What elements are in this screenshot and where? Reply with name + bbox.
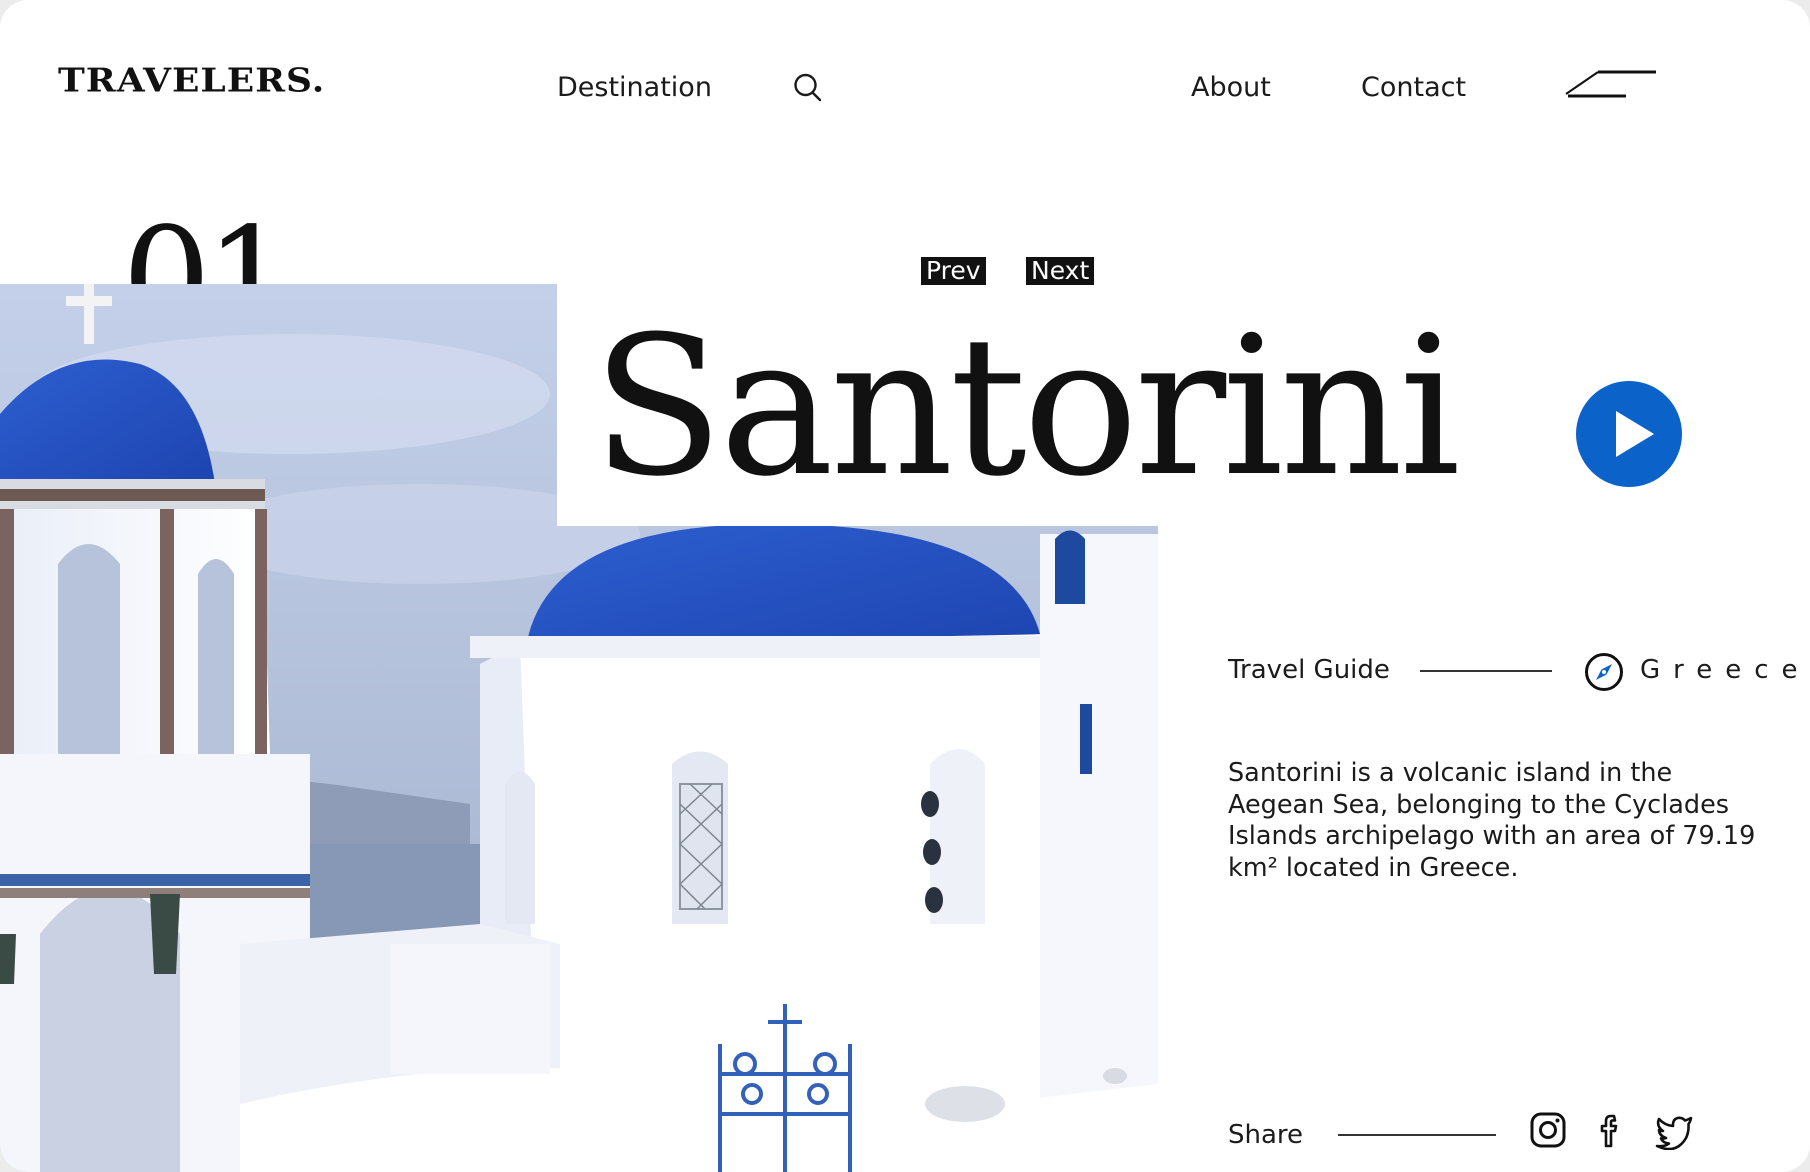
destination-title: Santorini <box>592 296 1461 519</box>
menu-icon[interactable] <box>1560 68 1660 102</box>
play-icon <box>1616 411 1654 457</box>
brand-logo[interactable]: TRAVELERS. <box>58 62 325 100</box>
country-label: Greece <box>1640 655 1810 685</box>
nav-contact[interactable]: Contact <box>1361 72 1466 103</box>
share-label: Share <box>1228 1120 1304 1150</box>
nav-about[interactable]: About <box>1191 72 1271 103</box>
nav-destination[interactable]: Destination <box>557 72 712 103</box>
share-divider <box>1338 1134 1496 1136</box>
compass-icon <box>1584 652 1624 692</box>
page-card: TRAVELERS. Destination About Contact 01 <box>0 0 1810 1172</box>
facebook-icon[interactable] <box>1590 1110 1630 1150</box>
destination-description: Santorini is a volcanic island in the Ae… <box>1228 758 1756 883</box>
guide-divider <box>1420 670 1552 672</box>
next-button[interactable]: Next <box>1026 257 1095 285</box>
instagram-icon[interactable] <box>1528 1110 1568 1150</box>
travel-guide-label: Travel Guide <box>1228 655 1390 685</box>
play-button[interactable] <box>1576 381 1682 487</box>
twitter-icon[interactable] <box>1654 1110 1694 1151</box>
search-icon[interactable] <box>793 72 823 104</box>
prev-button[interactable]: Prev <box>921 257 986 285</box>
